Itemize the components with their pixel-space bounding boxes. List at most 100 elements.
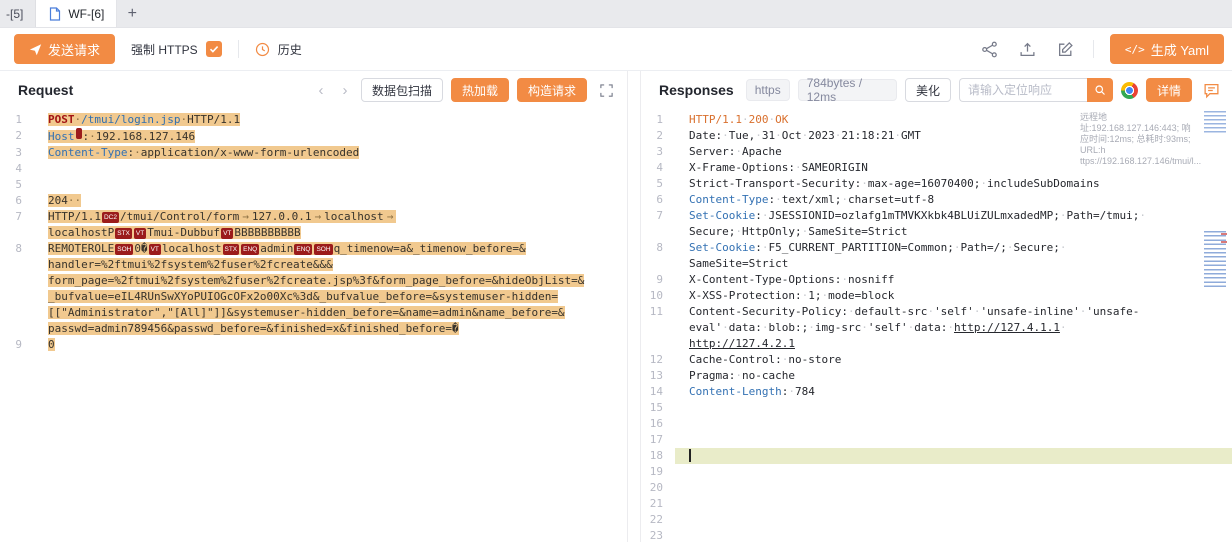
add-tab-button[interactable]: + bbox=[117, 0, 147, 27]
editor-line[interactable]: 21 bbox=[641, 496, 1232, 512]
locate-response-search bbox=[959, 78, 1113, 102]
history-button[interactable]: 历史 bbox=[255, 41, 302, 58]
detail-button[interactable]: 详情 bbox=[1146, 78, 1192, 102]
edit-icon[interactable] bbox=[1055, 38, 1077, 60]
editor-line[interactable]: 5Strict-Transport-Security:·max-age=1607… bbox=[641, 176, 1232, 192]
editor-line[interactable]: 10X-XSS-Protection:·1;·mode=block bbox=[641, 288, 1232, 304]
next-packet-button[interactable]: › bbox=[337, 83, 353, 98]
share-icon[interactable] bbox=[979, 38, 1001, 60]
construct-request-button[interactable]: 构造请求 bbox=[517, 78, 587, 102]
line-number: 5 bbox=[641, 176, 675, 192]
response-editor[interactable]: 远程地址:192.168.127.146:443; 响 应时间:12ms; 总耗… bbox=[641, 109, 1232, 542]
control-char-badge: VT bbox=[149, 244, 161, 255]
line-number: 8 bbox=[641, 240, 675, 272]
editor-line[interactable]: 20 bbox=[641, 480, 1232, 496]
force-https-checkbox[interactable] bbox=[206, 41, 222, 57]
beautify-button[interactable]: 美化 bbox=[905, 78, 951, 102]
line-number: 12 bbox=[641, 352, 675, 368]
line-number: 9 bbox=[0, 337, 34, 353]
editor-line[interactable]: 9X-Content-Type-Options:·nosniff bbox=[641, 272, 1232, 288]
minimap-mark bbox=[1204, 111, 1226, 133]
control-char-badge: DC2 bbox=[102, 212, 119, 223]
line-number: 7 bbox=[0, 209, 34, 241]
tab-label: WF-[6] bbox=[68, 7, 104, 21]
request-panel: Request ‹ › 数据包扫描 热加载 构造请求 1POST·/tmui/l… bbox=[0, 71, 628, 542]
beautify-label: 美化 bbox=[916, 82, 940, 99]
editor-line[interactable]: 14Content-Length:·784 bbox=[641, 384, 1232, 400]
line-number: 10 bbox=[641, 288, 675, 304]
tab-bar: -[5] WF-[6] + bbox=[0, 0, 1232, 28]
control-char-badge: VT bbox=[134, 228, 146, 239]
line-number: 3 bbox=[641, 144, 675, 160]
minimap-mark bbox=[1221, 241, 1227, 243]
search-input[interactable] bbox=[959, 78, 1087, 102]
line-number: 9 bbox=[641, 272, 675, 288]
export-icon[interactable] bbox=[1017, 38, 1039, 60]
editor-line[interactable]: 12Cache-Control:·no-store bbox=[641, 352, 1232, 368]
line-number: 11 bbox=[641, 304, 675, 352]
editor-line[interactable]: 6Content-Type:·text/xml;·charset=utf-8 bbox=[641, 192, 1232, 208]
editor-line[interactable]: 16 bbox=[641, 416, 1232, 432]
tab-wf-5[interactable]: -[5] bbox=[0, 0, 36, 27]
text-cursor bbox=[689, 449, 691, 462]
send-request-button[interactable]: 发送请求 bbox=[14, 34, 115, 64]
minimap-mark bbox=[1204, 231, 1226, 289]
prev-packet-button[interactable]: ‹ bbox=[313, 83, 329, 98]
hot-reload-label: 热加载 bbox=[462, 82, 498, 99]
line-number: 1 bbox=[641, 112, 675, 128]
detail-label: 详情 bbox=[1157, 82, 1181, 99]
control-char-badge: SOH bbox=[115, 244, 133, 255]
response-info-overlay: 远程地址:192.168.127.146:443; 响 应时间:12ms; 总耗… bbox=[1080, 112, 1200, 167]
editor-line[interactable]: 7Set-Cookie:·JSESSIONID=ozlafg1mTMVKXkbk… bbox=[641, 208, 1232, 240]
editor-line[interactable]: 19 bbox=[641, 464, 1232, 480]
response-header-actions: 美化 详情 bbox=[905, 78, 1222, 102]
open-in-chrome-icon[interactable] bbox=[1121, 82, 1138, 99]
line-number: 4 bbox=[0, 161, 34, 177]
packet-scan-button[interactable]: 数据包扫描 bbox=[361, 78, 443, 102]
line-number: 21 bbox=[641, 496, 675, 512]
editor-line[interactable]: 11Content-Security-Policy:·default-src·'… bbox=[641, 304, 1232, 352]
editor-line[interactable]: 5 bbox=[0, 177, 627, 193]
minimap[interactable] bbox=[1204, 111, 1228, 542]
editor-line[interactable]: 1POST·/tmui/login.jsp·HTTP/1.1 bbox=[0, 112, 627, 128]
check-icon bbox=[209, 44, 219, 54]
line-number: 19 bbox=[641, 464, 675, 480]
force-https-toggle[interactable]: 强制 HTTPS bbox=[131, 41, 222, 58]
editor-line[interactable]: 13Pragma:·no-cache bbox=[641, 368, 1232, 384]
editor-line[interactable]: 23 bbox=[641, 528, 1232, 542]
line-number: 5 bbox=[0, 177, 34, 193]
line-number: 4 bbox=[641, 160, 675, 176]
generate-yaml-button[interactable]: </> 生成 Yaml bbox=[1110, 34, 1224, 64]
line-number: 8 bbox=[0, 241, 34, 337]
send-request-label: 发送请求 bbox=[48, 40, 100, 59]
editor-line[interactable]: 22 bbox=[641, 512, 1232, 528]
editor-line[interactable]: 8REMOTEROLESOH0�VTlocalhostSTXENQadminEN… bbox=[0, 241, 627, 337]
request-title: Request bbox=[18, 82, 73, 98]
line-number: 2 bbox=[641, 128, 675, 144]
tab-wf-6[interactable]: WF-[6] bbox=[36, 0, 117, 27]
editor-line[interactable]: 8Set-Cookie:·F5_CURRENT_PARTITION=Common… bbox=[641, 240, 1232, 272]
editor-line[interactable]: 7HTTP/1.1DC2/tmui/Control/form→127.0.0.1… bbox=[0, 209, 627, 241]
editor-line[interactable]: 3Content-Type:·application/x-www-form-ur… bbox=[0, 145, 627, 161]
line-number: 1 bbox=[0, 112, 34, 128]
editor-line[interactable]: 17 bbox=[641, 432, 1232, 448]
editor-line[interactable]: 15 bbox=[641, 400, 1232, 416]
line-number: 3 bbox=[0, 145, 34, 161]
tab-label: -[5] bbox=[6, 7, 23, 21]
panel-splitter[interactable] bbox=[628, 71, 640, 542]
line-number: 17 bbox=[641, 432, 675, 448]
hot-reload-button[interactable]: 热加载 bbox=[451, 78, 509, 102]
fullscreen-icon[interactable] bbox=[595, 79, 617, 101]
editor-line[interactable]: 90 bbox=[0, 337, 627, 353]
comment-icon[interactable] bbox=[1200, 79, 1222, 101]
editor-line[interactable]: 18 bbox=[641, 448, 1232, 464]
editor-line[interactable]: 2Host:·192.168.127.146 bbox=[0, 128, 627, 145]
editor-line[interactable]: 6204·· bbox=[0, 193, 627, 209]
search-button[interactable] bbox=[1087, 78, 1113, 102]
editor-line[interactable]: 4 bbox=[0, 161, 627, 177]
toolbar-divider bbox=[1093, 40, 1094, 58]
request-editor[interactable]: 1POST·/tmui/login.jsp·HTTP/1.12Host:·192… bbox=[0, 109, 627, 542]
main-split: Request ‹ › 数据包扫描 热加载 构造请求 1POST·/tmui/l… bbox=[0, 71, 1232, 542]
force-https-label: 强制 HTTPS bbox=[131, 41, 198, 58]
line-number: 14 bbox=[641, 384, 675, 400]
